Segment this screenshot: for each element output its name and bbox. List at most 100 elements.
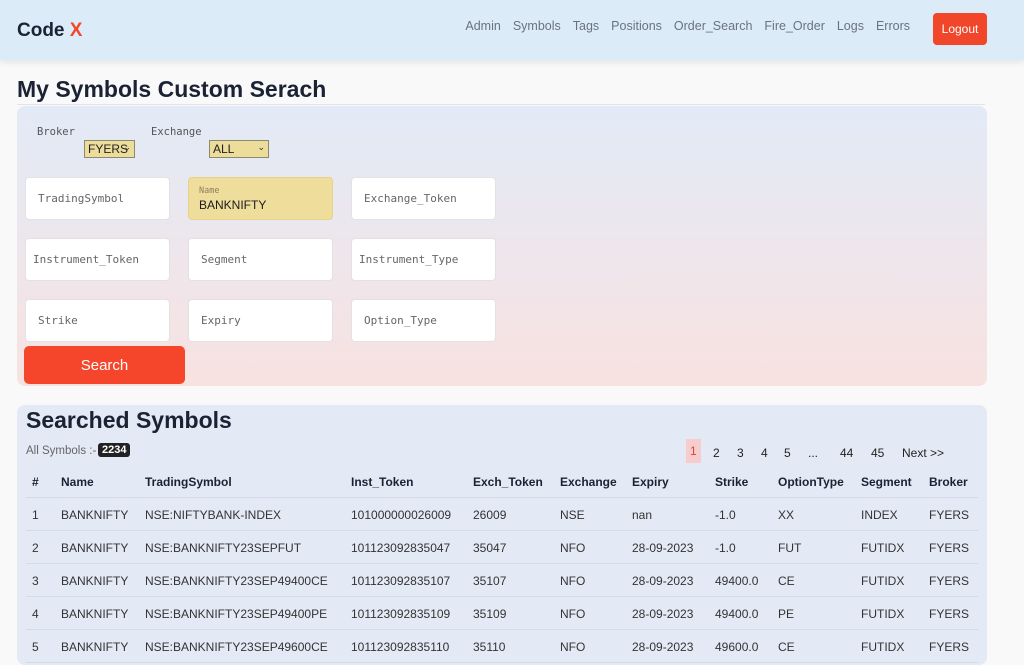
nav-errors[interactable]: Errors: [870, 19, 916, 33]
chevron-down-icon: ⌄: [123, 142, 131, 152]
column-header: Broker: [929, 475, 968, 489]
column-header: Strike: [715, 475, 749, 489]
page-4[interactable]: 4: [761, 446, 768, 460]
table-cell: INDEX: [861, 508, 898, 522]
page-2[interactable]: 2: [713, 446, 720, 460]
instrument-type-input[interactable]: Instrument_Type: [351, 238, 496, 281]
table-cell: 35110: [473, 640, 506, 654]
table-cell: 5: [32, 640, 39, 654]
results-panel: [17, 405, 987, 665]
table-cell: 101123092835107: [351, 574, 451, 588]
table-cell: BANKNIFTY: [61, 541, 129, 555]
column-header: Inst_Token: [351, 475, 414, 489]
name-input-value: BANKNIFTY: [199, 197, 267, 212]
page-ellipsis: ...: [808, 446, 819, 460]
nav-fire-order[interactable]: Fire_Order: [758, 19, 830, 33]
logout-button[interactable]: Logout: [933, 13, 987, 45]
table-cell: 28-09-2023: [632, 574, 694, 588]
name-input[interactable]: Name BANKNIFTY: [188, 177, 333, 220]
table-cell: XX: [778, 508, 795, 522]
table-cell: 28-09-2023: [632, 541, 694, 555]
table-cell: 2: [32, 541, 39, 555]
table-cell: NSE:BANKNIFTY23SEPFUT: [145, 541, 302, 555]
results-title: Searched Symbols: [26, 407, 232, 433]
broker-label: Broker: [37, 126, 75, 138]
nav-links: Admin Symbols Tags Positions Order_Searc…: [459, 19, 916, 33]
page-1[interactable]: 1: [686, 439, 701, 463]
table-cell: 35107: [473, 574, 507, 588]
table-cell: FUTIDX: [861, 607, 905, 621]
navbar: Code X Admin Symbols Tags Positions Orde…: [0, 0, 1024, 60]
table-cell: 3: [32, 574, 39, 588]
table-cell: FYERS: [929, 508, 970, 522]
table-cell: FUTIDX: [861, 541, 905, 555]
trading-symbol-input[interactable]: TradingSymbol: [25, 177, 170, 220]
table-cell: BANKNIFTY: [61, 607, 129, 621]
row-divider: [26, 563, 978, 564]
table-cell: NFO: [560, 640, 586, 654]
divider: [17, 104, 985, 105]
table-cell: -1.0: [715, 541, 736, 555]
page-45[interactable]: 45: [871, 446, 884, 460]
table-cell: 49400.0: [715, 607, 759, 621]
nav-positions[interactable]: Positions: [605, 19, 668, 33]
table-cell: FYERS: [929, 640, 970, 654]
page-44[interactable]: 44: [840, 446, 853, 460]
row-divider: [26, 629, 978, 630]
table-cell: NSE:BANKNIFTY23SEP49400CE: [145, 574, 328, 588]
exchange-label: Exchange: [151, 126, 202, 138]
table-cell: BANKNIFTY: [61, 574, 129, 588]
exchange-select[interactable]: ALL ⌄: [209, 140, 269, 158]
table-cell: FUTIDX: [861, 574, 905, 588]
table-cell: 26009: [473, 508, 507, 522]
table-cell: FYERS: [929, 574, 970, 588]
segment-input[interactable]: Segment: [188, 238, 333, 281]
row-divider: [26, 596, 978, 597]
strike-input[interactable]: Strike: [25, 299, 170, 342]
row-divider: [26, 497, 978, 498]
table-cell: 49400.0: [715, 574, 759, 588]
table-cell: nan: [632, 508, 653, 522]
option-type-input[interactable]: Option_Type: [351, 299, 496, 342]
nav-logs[interactable]: Logs: [831, 19, 870, 33]
name-input-label: Name: [199, 185, 220, 196]
table-cell: PE: [778, 607, 795, 621]
table-cell: NFO: [560, 607, 586, 621]
table-cell: 101123092835109: [351, 607, 451, 621]
column-header: Expiry: [632, 475, 669, 489]
table-cell: FUT: [778, 541, 802, 555]
expiry-input[interactable]: Expiry: [188, 299, 333, 342]
nav-order-search[interactable]: Order_Search: [668, 19, 759, 33]
table-cell: 101123092835110: [351, 640, 450, 654]
search-button[interactable]: Search: [24, 346, 185, 384]
brand-logo[interactable]: Code X: [17, 20, 82, 42]
table-cell: FYERS: [929, 541, 970, 555]
brand-accent: X: [69, 20, 83, 41]
next-page-button[interactable]: Next >>: [902, 446, 944, 460]
page-5[interactable]: 5: [784, 446, 791, 460]
table-cell: 101000000026009: [351, 508, 452, 522]
column-header: Exch_Token: [473, 475, 543, 489]
table-cell: BANKNIFTY: [61, 508, 129, 522]
table-cell: 101123092835047: [351, 541, 451, 555]
page-3[interactable]: 3: [737, 446, 744, 460]
column-header: Segment: [861, 475, 912, 489]
nav-admin[interactable]: Admin: [459, 19, 506, 33]
nav-symbols[interactable]: Symbols: [507, 19, 567, 33]
broker-select-value: FYERS: [88, 142, 129, 156]
table-cell: NFO: [560, 541, 586, 555]
table-cell: 28-09-2023: [632, 640, 694, 654]
table-cell: NFO: [560, 574, 586, 588]
instrument-token-input[interactable]: Instrument_Token: [25, 238, 170, 281]
exchange-token-input[interactable]: Exchange_Token: [351, 177, 496, 220]
table-cell: 28-09-2023: [632, 607, 694, 621]
brand-text: Code: [17, 20, 65, 41]
table-cell: NSE: [560, 508, 585, 522]
table-cell: NSE:BANKNIFTY23SEP49600CE: [145, 640, 328, 654]
column-header: TradingSymbol: [145, 475, 232, 489]
broker-select[interactable]: FYERS ⌄: [84, 140, 135, 158]
count-badge: 2234: [98, 443, 131, 457]
nav-tags[interactable]: Tags: [567, 19, 605, 33]
exchange-select-value: ALL: [213, 142, 235, 156]
column-header: Exchange: [560, 475, 617, 489]
